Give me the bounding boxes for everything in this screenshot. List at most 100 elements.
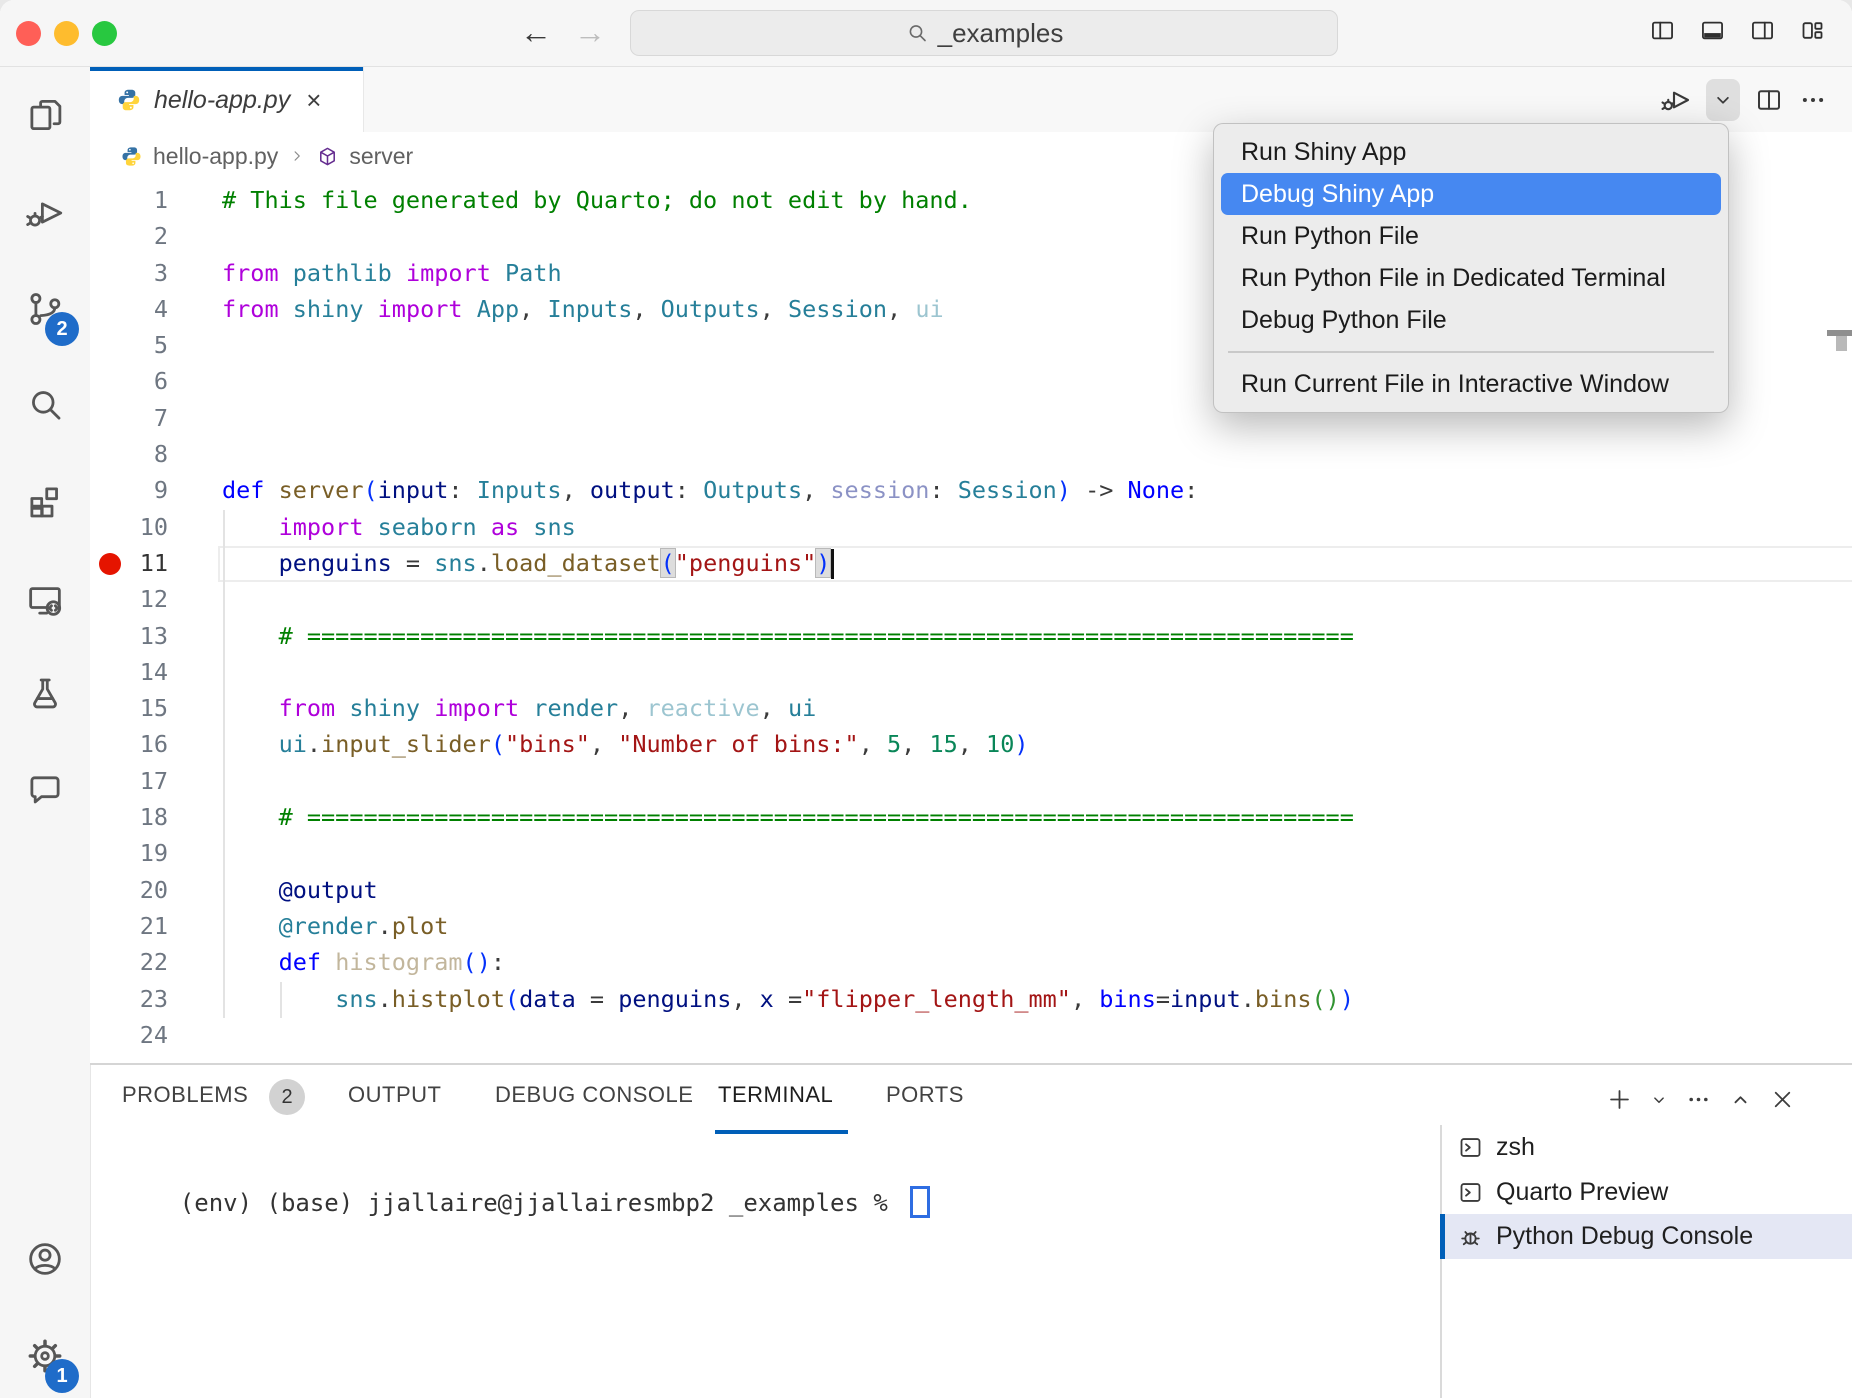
activity-item-files[interactable]: [24, 94, 66, 136]
terminal-list-item-python-debug-console[interactable]: Python Debug Console: [1441, 1214, 1852, 1259]
ellipsis-button[interactable]: [1798, 85, 1828, 115]
activity-badge: 2: [45, 312, 79, 346]
code-line-1[interactable]: # This file generated by Quarto; do not …: [222, 182, 1354, 218]
overview-ruler-marker: [1836, 336, 1847, 351]
code-line-3[interactable]: from pathlib import Path: [222, 255, 1354, 291]
layout-sidebar-left-button[interactable]: [1649, 17, 1676, 44]
editor-gutter: 123456789101112131415161718192021222324: [90, 182, 168, 1053]
window-maximize-button[interactable]: [92, 21, 117, 46]
run-dropdown-button[interactable]: [1706, 79, 1740, 121]
window-minimize-button[interactable]: [54, 21, 79, 46]
search-icon: [905, 21, 929, 45]
navigate-back-button[interactable]: ←: [516, 14, 556, 51]
menu-item-run-shiny-app[interactable]: Run Shiny App: [1221, 131, 1721, 173]
code-line-11[interactable]: penguins = sns.load_dataset("penguins"): [222, 545, 1354, 581]
python-icon: [116, 87, 142, 113]
python-icon: [120, 145, 143, 168]
code-line-22[interactable]: def histogram():: [222, 944, 1354, 980]
activity-item-chat[interactable]: [24, 768, 66, 810]
code-line-6[interactable]: [222, 363, 1354, 399]
code-line-8[interactable]: [222, 436, 1354, 472]
code-line-9[interactable]: def server(input: Inputs, output: Output…: [222, 472, 1354, 508]
code-line-17[interactable]: [222, 763, 1354, 799]
panel-close-button[interactable]: [1769, 1086, 1796, 1113]
chevron-down-icon: [1648, 1089, 1670, 1111]
menu-item-run-python-file-in-dedicated-terminal[interactable]: Run Python File in Dedicated Terminal: [1221, 257, 1721, 299]
activity-item-extensions[interactable]: [24, 481, 66, 523]
panel-tab-underline: [715, 1130, 848, 1134]
terminal-list-item-zsh[interactable]: zsh: [1441, 1125, 1852, 1170]
code-line-4[interactable]: from shiny import App, Inputs, Outputs, …: [222, 291, 1354, 327]
ellipsis-icon: [1798, 85, 1828, 115]
code-line-12[interactable]: [222, 581, 1354, 617]
code-line-14[interactable]: [222, 654, 1354, 690]
terminal-list-label: Quarto Preview: [1496, 1178, 1668, 1207]
split-editor-button[interactable]: [1754, 85, 1784, 115]
panel-tab-debug-console[interactable]: DEBUG CONSOLE: [495, 1082, 693, 1108]
panel-chevron-down-button[interactable]: [1648, 1089, 1670, 1111]
code-line-10[interactable]: import seaborn as sns: [222, 509, 1354, 545]
navigate-forward-button[interactable]: →: [570, 14, 610, 51]
remote-explorer-icon: [24, 579, 66, 621]
layout-sidebar-right-icon: [1749, 17, 1776, 44]
command-center-search[interactable]: _examples: [630, 10, 1338, 56]
debug-run-button[interactable]: [1660, 84, 1692, 116]
code-content: # This file generated by Quarto; do not …: [222, 182, 1354, 1053]
code-line-2[interactable]: [222, 218, 1354, 254]
line-number: 11: [90, 545, 168, 581]
files-icon: [24, 94, 66, 136]
menu-item-run-python-file[interactable]: Run Python File: [1221, 215, 1721, 257]
code-line-13[interactable]: # ======================================…: [222, 618, 1354, 654]
panel-ellipsis-button[interactable]: [1685, 1086, 1712, 1113]
panel-tab-problems[interactable]: PROBLEMS: [122, 1082, 248, 1108]
breadcrumb-symbol[interactable]: server: [349, 143, 413, 170]
tab-close-icon[interactable]: ×: [306, 87, 321, 113]
activity-item-account[interactable]: [24, 1238, 66, 1280]
panel-plus-button[interactable]: [1606, 1086, 1633, 1113]
code-line-20[interactable]: @output: [222, 872, 1354, 908]
symbol-cube-icon: [316, 145, 339, 168]
menu-item-run-current-file-in-interactive-window[interactable]: Run Current File in Interactive Window: [1221, 363, 1721, 405]
activity-item-testing[interactable]: [24, 673, 66, 715]
activity-item-source-control[interactable]: 2: [24, 288, 66, 330]
layout-sidebar-right-button[interactable]: [1749, 17, 1776, 44]
breadcrumb-file[interactable]: hello-app.py: [153, 143, 278, 170]
terminal-list-label: Python Debug Console: [1496, 1222, 1753, 1251]
layout-controls: [1649, 17, 1826, 44]
panel-tab-ports[interactable]: PORTS: [886, 1082, 964, 1108]
line-number: 4: [90, 291, 168, 327]
menu-item-debug-python-file[interactable]: Debug Python File: [1221, 299, 1721, 341]
layout-customize-button[interactable]: [1799, 17, 1826, 44]
panel-tab-output[interactable]: OUTPUT: [348, 1082, 441, 1108]
activity-badge: 1: [45, 1359, 79, 1393]
code-line-24[interactable]: [222, 1017, 1354, 1053]
activity-item-run-debug[interactable]: [24, 192, 66, 234]
activity-item-remote-explorer[interactable]: [24, 579, 66, 621]
terminal-selected-bar: [1440, 1214, 1445, 1259]
activity-item-settings-gear[interactable]: 1: [24, 1335, 66, 1377]
panel-divider[interactable]: [90, 1063, 1852, 1065]
editor-cursor: [831, 549, 834, 579]
code-line-18[interactable]: # ======================================…: [222, 799, 1354, 835]
panel-tab-terminal[interactable]: TERMINAL: [718, 1082, 833, 1108]
window-close-button[interactable]: [16, 21, 41, 46]
chevron-right-icon: [288, 147, 306, 165]
code-line-23[interactable]: sns.histplot(data = penguins, x ="flippe…: [222, 981, 1354, 1017]
code-line-15[interactable]: from shiny import render, reactive, ui: [222, 690, 1354, 726]
code-line-16[interactable]: ui.input_slider("bins", "Number of bins:…: [222, 726, 1354, 762]
code-line-7[interactable]: [222, 400, 1354, 436]
line-number: 6: [90, 363, 168, 399]
plus-icon: [1606, 1086, 1633, 1113]
tab-hello-app[interactable]: hello-app.py ×: [90, 67, 364, 133]
terminal-list-item-quarto-preview[interactable]: Quarto Preview: [1441, 1170, 1852, 1215]
activity-item-search[interactable]: [24, 384, 66, 426]
activity-bar: 21: [0, 67, 91, 1398]
code-line-21[interactable]: @render.plot: [222, 908, 1354, 944]
layout-panel-button[interactable]: [1699, 17, 1726, 44]
code-line-19[interactable]: [222, 835, 1354, 871]
line-number: 7: [90, 400, 168, 436]
menu-item-debug-shiny-app[interactable]: Debug Shiny App: [1221, 173, 1721, 215]
terminal-output[interactable]: (env) (base) jjallaire@jjallairesmbp2 _e…: [122, 1160, 930, 1248]
code-line-5[interactable]: [222, 327, 1354, 363]
panel-chevron-up-button[interactable]: [1727, 1086, 1754, 1113]
